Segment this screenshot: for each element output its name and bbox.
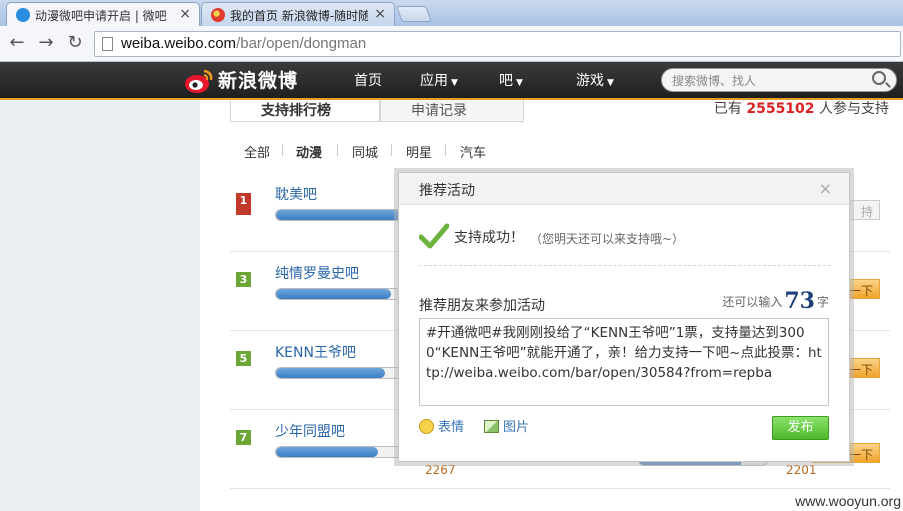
nav-apps[interactable]: 应用 ▼ [420,70,458,90]
progress-fill [276,210,404,220]
browser-tabstrip: 动漫微吧申请开启 | 微吧 × 我的首页 新浪微博-随时随 × [0,0,903,26]
support-progress-bar [275,209,405,221]
checkmark-icon [419,223,449,249]
reload-icon[interactable]: ↻ [64,32,86,54]
caret-down-icon: ▼ [516,78,523,88]
image-button[interactable]: 图片 [484,416,529,435]
quota-suffix: 字 [816,295,829,309]
tab-title: 动漫微吧申请开启 | 微吧 [35,9,167,23]
support-progress-bar [275,288,405,300]
emoji-label: 表情 [438,420,465,435]
image-icon [484,420,499,433]
nav-apps-label: 应用 [420,73,448,89]
dialog-title: 推荐活动 [399,173,849,205]
bar-name-link[interactable]: 纯情罗曼史吧 [275,263,359,283]
category-car[interactable]: 汽车 [460,142,486,161]
left-gutter [0,100,200,511]
page-icon [102,37,113,51]
browser-tab-active[interactable]: 动漫微吧申请开启 | 微吧 × [6,2,200,26]
bar-name-link[interactable]: KENN王爷吧 [275,342,356,362]
emoji-button[interactable]: 表情 [419,416,464,435]
weibo-logo[interactable]: 新浪微博 [184,66,298,96]
tab-title: 我的首页 新浪微博-随时随 [230,9,368,23]
image-label: 图片 [503,420,530,435]
divider [419,265,831,266]
invite-label: 推荐朋友来参加活动 [419,298,545,314]
progress-fill [276,447,379,457]
vote-count: 2267 [425,463,456,477]
count-prefix: 已有 [713,101,742,117]
watermark: www.wooyun.org [795,493,901,509]
weibo-top-nav: 新浪微博 首页 应用 ▼ 吧 ▼ 游戏 ▼ 搜索微博、找人 [0,62,903,100]
back-arrow-icon[interactable]: ← [6,32,28,54]
rank-badge: 5 [236,351,251,366]
tab-close-icon[interactable]: × [374,6,386,22]
success-message: 支持成功！ （您明天还可以来支持哦~） [419,223,831,253]
weiba-favicon-icon [16,8,30,22]
nav-home[interactable]: 首页 [354,70,382,90]
tab-apply-records[interactable]: 申请记录 [380,100,524,122]
category-city[interactable]: 同城 [352,142,378,161]
category-celebrity[interactable]: 明星 [406,142,432,161]
divider [391,144,392,156]
rank-badge: 3 [236,272,251,287]
recommend-dialog: 推荐活动 × 支持成功！ （您明天还可以来支持哦~） 推荐朋友来参加活动 还可以… [398,172,850,462]
success-text: 支持成功！ [454,230,524,246]
tab-support-ranking[interactable]: 支持排行榜 [230,100,380,122]
logo-text: 新浪微博 [218,70,299,92]
rank-badge: 7 [236,430,251,445]
caret-down-icon: ▼ [451,78,458,88]
nav-games-label: 游戏 [576,73,604,89]
quota-value: 73 [784,288,815,314]
progress-fill [276,289,392,299]
publish-button[interactable]: 发布 [772,416,829,440]
share-textarea[interactable]: #开通微吧#我刚刚投给了“KENN王爷吧”1票，支持量达到3000“KENN王爷… [419,318,829,406]
search-placeholder: 搜索微博、找人 [672,74,757,88]
weibo-favicon-icon [211,8,225,22]
browser-tab-inactive[interactable]: 我的首页 新浪微博-随时随 × [201,2,395,26]
url-host: weiba.weibo.com [121,35,237,52]
success-hint: （您明天还可以来支持哦~） [530,232,685,246]
count-value: 2555102 [746,101,815,117]
divider [337,144,338,156]
support-progress-bar [275,446,405,458]
support-progress-bar [275,367,405,379]
char-quota: 还可以输入73 字 [722,288,829,314]
bar-name-link[interactable]: 耽美吧 [275,184,317,204]
divider [445,144,446,156]
quota-prefix: 还可以输入 [722,295,783,309]
progress-fill [276,368,385,378]
tab-close-icon[interactable]: × [179,6,191,22]
nav-weiba-label: 吧 [499,73,513,89]
participant-count: 已有 2555102 人参与支持 [714,98,889,118]
new-tab-button[interactable] [396,6,432,22]
close-icon[interactable]: × [819,179,832,198]
weibo-eye-icon [185,69,213,93]
search-input[interactable]: 搜索微博、找人 [661,68,897,92]
browser-toolbar: ← → ↻ weiba.weibo.com/bar/open/dongman [0,26,903,62]
smiley-icon [419,419,434,434]
count-suffix: 人参与支持 [819,101,889,117]
divider [282,144,283,156]
forward-arrow-icon[interactable]: → [35,32,57,54]
nav-weiba[interactable]: 吧 ▼ [499,70,523,90]
category-anime[interactable]: 动漫 [296,142,322,161]
bar-name-link[interactable]: 少年同盟吧 [275,421,345,441]
category-all[interactable]: 全部 [244,142,270,161]
caret-down-icon: ▼ [607,78,614,88]
search-icon[interactable] [872,71,886,85]
url-path: /bar/open/dongman [236,35,367,52]
address-bar[interactable]: weiba.weibo.com/bar/open/dongman [94,31,901,57]
vote-count: 2201 [786,463,817,477]
nav-games[interactable]: 游戏 ▼ [576,70,614,90]
rank-badge: 1 [236,193,251,215]
